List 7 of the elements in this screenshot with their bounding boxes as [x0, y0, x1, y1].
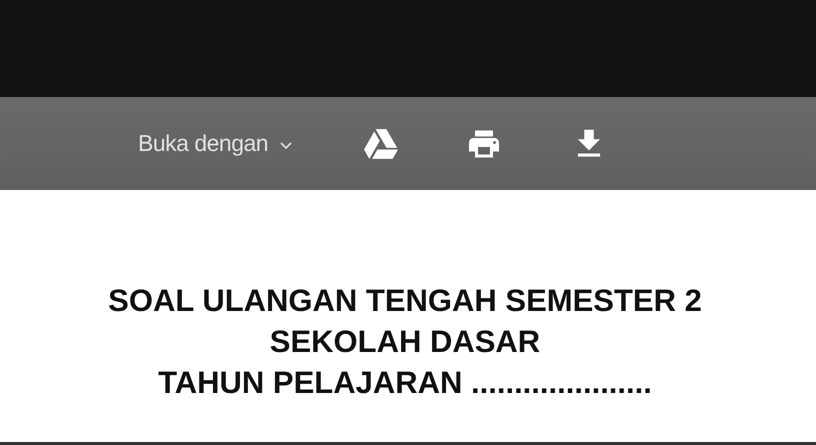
triangle-logo-icon: [364, 126, 398, 160]
open-with-button[interactable]: Buka dengan: [132, 122, 298, 165]
document-title-line: TAHUN PELAJARAN .....................: [158, 364, 652, 402]
caret-icon: [280, 142, 292, 148]
document-title-line: SEKOLAH DASAR: [270, 323, 540, 361]
drive-button[interactable]: [364, 126, 398, 160]
document-title-line: SOAL ULANGAN TENGAH SEMESTER 2: [108, 282, 702, 320]
